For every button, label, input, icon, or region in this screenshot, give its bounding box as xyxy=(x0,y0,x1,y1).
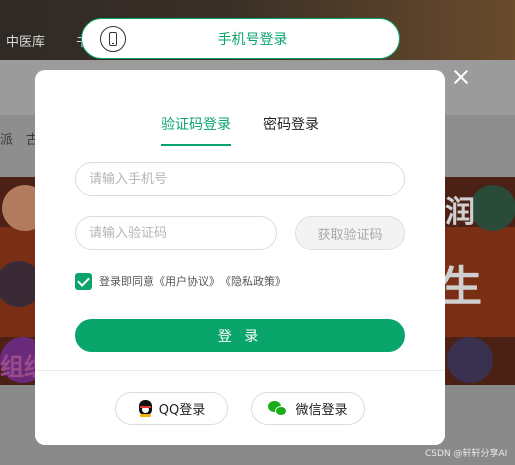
active-tab-underline xyxy=(161,144,231,146)
agreement-row: 登录即同意 《用户协议》 《隐私政策》 xyxy=(75,272,286,290)
privacy-policy-link[interactable]: 《隐私政策》 xyxy=(220,273,286,289)
qq-icon xyxy=(138,400,153,417)
wechat-login-label: 微信登录 xyxy=(295,403,348,418)
watermark: CSDN @轩轩分享AI xyxy=(425,449,508,459)
login-modal: 验证码登录 密码登录 获取验证码 登录即同意 《用户协议》 《隐私政策》 登 录… xyxy=(35,70,445,445)
banner-text: 润 xyxy=(445,195,475,230)
phone-login-label: 手机号登录 xyxy=(217,31,288,48)
code-input[interactable] xyxy=(75,216,277,250)
background-tag: 派 xyxy=(0,133,14,148)
background-nav-item: 中医库 xyxy=(6,35,46,50)
banner-text: 生 xyxy=(440,262,483,311)
divider xyxy=(35,370,445,371)
agreement-checkbox[interactable] xyxy=(75,272,92,290)
phone-input[interactable] xyxy=(75,162,405,196)
agreement-prefix: 登录即同意 xyxy=(99,275,154,288)
avatar xyxy=(447,337,493,383)
qq-login-button[interactable]: QQ登录 xyxy=(115,392,228,425)
get-code-button[interactable]: 获取验证码 xyxy=(295,216,405,250)
qq-login-label: QQ登录 xyxy=(158,403,206,418)
login-button[interactable]: 登 录 xyxy=(75,319,405,352)
tab-code-login[interactable]: 验证码登录 xyxy=(161,114,231,134)
wechat-icon xyxy=(268,400,288,417)
tab-password-login[interactable]: 密码登录 xyxy=(263,114,319,134)
avatar xyxy=(470,185,515,231)
wechat-login-button[interactable]: 微信登录 xyxy=(251,392,365,425)
login-tabs: 验证码登录 密码登录 xyxy=(35,114,445,146)
close-icon[interactable] xyxy=(451,67,471,87)
phone-login-pill[interactable]: 手机号登录 xyxy=(81,18,400,59)
user-agreement-link[interactable]: 《用户协议》 xyxy=(154,273,220,289)
